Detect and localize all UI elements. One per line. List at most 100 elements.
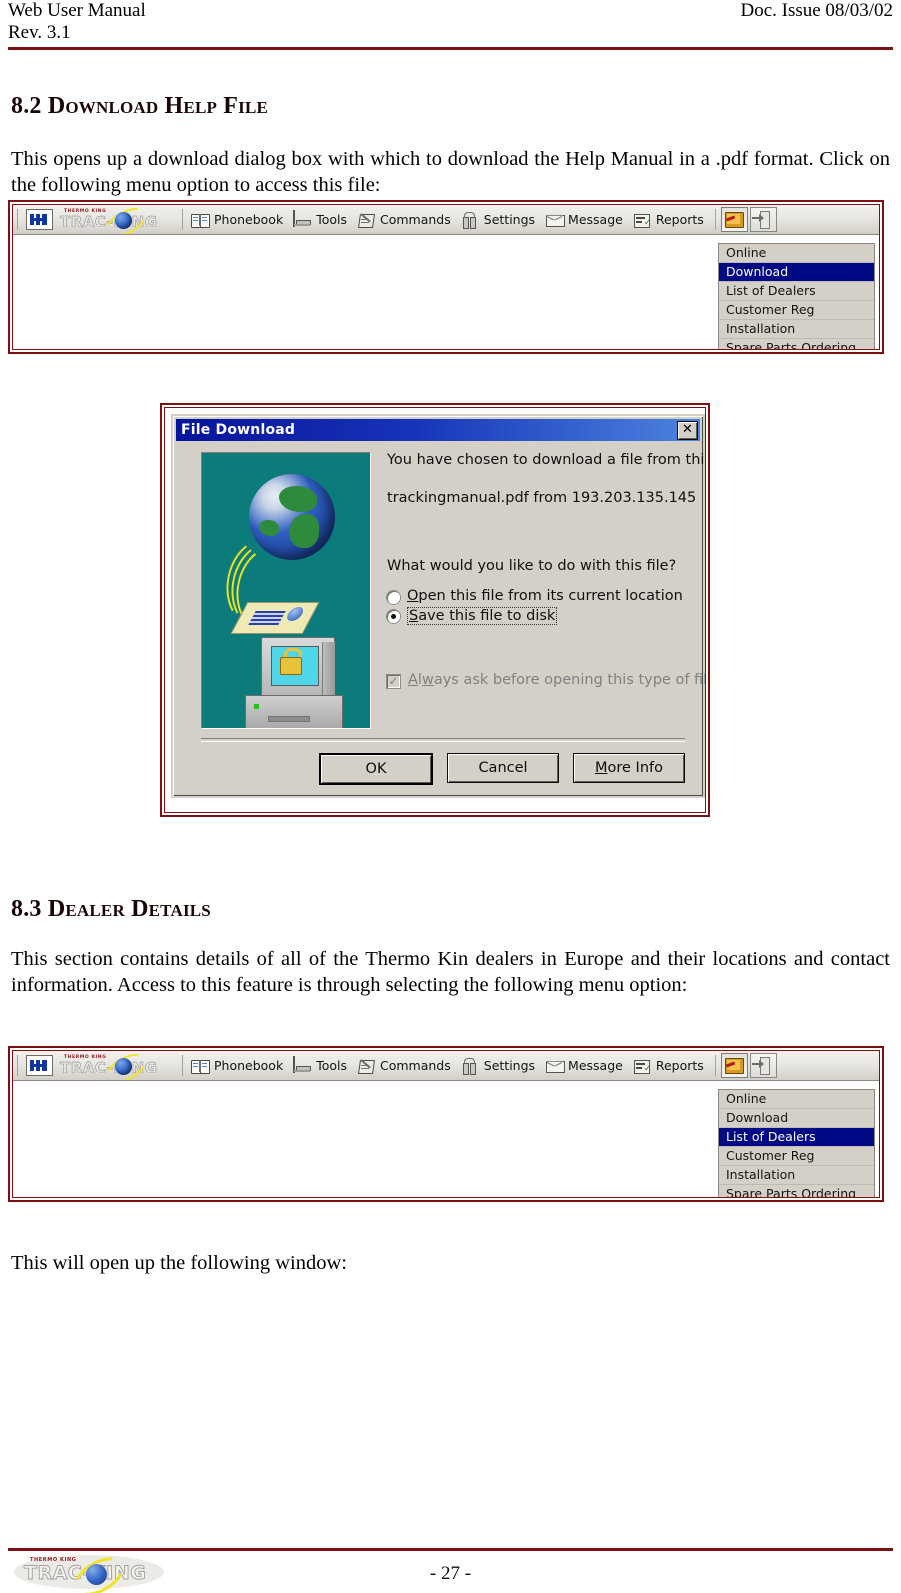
- help-dropdown-menu-2[interactable]: Online Download List of Dealers Customer…: [718, 1089, 875, 1197]
- toolbar-separator: [17, 209, 18, 230]
- toolbar-label: Reports: [655, 1058, 704, 1073]
- exit-button[interactable]: [749, 207, 777, 232]
- toolbar-item-settings[interactable]: Settings: [458, 1057, 542, 1075]
- radio-save-to-disk[interactable]: Save this file to disk: [387, 607, 685, 625]
- checkbox-always-ask[interactable]: ✓ Always ask before opening this type of…: [387, 672, 705, 688]
- header-doc-issue: Doc. Issue 08/03/02: [740, 0, 893, 21]
- help-dropdown-menu-1[interactable]: Online Download List of Dealers Customer…: [718, 243, 875, 349]
- toolbar-label: Message: [568, 1058, 623, 1073]
- radio-icon-selected[interactable]: [387, 610, 400, 623]
- menu-item-download[interactable]: Download: [719, 263, 874, 282]
- toolbar-separator: [182, 1055, 183, 1076]
- toolbar-item-settings[interactable]: Settings: [458, 211, 542, 229]
- menu-item-spare-parts-ordering[interactable]: Spare Parts Ordering: [719, 1185, 874, 1197]
- dialog-title-bar: File Download ✕: [176, 419, 700, 441]
- header-divider-rule: [8, 47, 893, 50]
- radio-save-label: Save this file to disk: [407, 607, 558, 625]
- toolbar-item-reports[interactable]: ✓ Reports: [630, 1057, 711, 1074]
- cancel-button[interactable]: Cancel: [447, 753, 559, 783]
- tools-icon: [293, 1056, 312, 1074]
- toolbar-item-tools[interactable]: Tools: [290, 1056, 354, 1074]
- menu-item-customer-reg[interactable]: Customer Reg: [719, 1147, 874, 1166]
- help-book-button[interactable]: [720, 207, 748, 232]
- globe-icon: [115, 1057, 132, 1075]
- tk-logo-icon: [26, 209, 53, 230]
- header-revision: Rev. 3.1: [8, 22, 71, 43]
- toolbar-label: Commands: [380, 1058, 451, 1073]
- header-left-block: Web User Manual Rev. 3.1: [8, 0, 146, 44]
- section-heading-8-2: 8.2 Download Help File: [11, 93, 268, 120]
- closing-paragraph: This will open up the following window:: [11, 1252, 347, 1274]
- menu-item-online[interactable]: Online: [719, 1090, 874, 1109]
- checkbox-always-ask-label: Always ask before opening this type of f…: [408, 672, 706, 688]
- computer-base-icon: [245, 695, 343, 728]
- menu-item-list-of-dealers[interactable]: List of Dealers: [719, 282, 874, 301]
- figure-download-menu-inner: THERMO KING TRAC-KING Phonebook Tools Co…: [12, 204, 880, 350]
- dialog-body: You have chosen to download a file from …: [387, 452, 705, 688]
- footer-divider-rule: [8, 1548, 893, 1551]
- toolbar-item-tools[interactable]: Tools: [290, 210, 354, 228]
- section-title-8-2: Download Help File: [47, 93, 269, 119]
- dialog-title: File Download: [181, 422, 296, 438]
- toolbar-item-message[interactable]: Message: [542, 1057, 630, 1074]
- menu-item-online[interactable]: Online: [719, 244, 874, 263]
- figure-file-download-dialog: File Download ✕ You have chosen to downl…: [160, 403, 710, 817]
- toolbar-label: Settings: [483, 212, 536, 227]
- document-card-icon: [230, 602, 320, 634]
- app-logo-1: THERMO KING TRAC-KING: [23, 205, 178, 234]
- section-title-8-3: Dealer Details: [47, 896, 211, 922]
- figure-download-menu: THERMO KING TRAC-KING Phonebook Tools Co…: [8, 200, 884, 354]
- toolbar-item-commands[interactable]: Commands: [354, 211, 458, 228]
- close-icon[interactable]: ✕: [677, 420, 698, 440]
- menu-item-spare-parts-ordering[interactable]: Spare Parts Ordering: [719, 339, 874, 349]
- toolbar-separator: [17, 1055, 18, 1076]
- checkbox-icon-checked[interactable]: ✓: [387, 675, 400, 688]
- menu-item-installation[interactable]: Installation: [719, 1166, 874, 1185]
- toolbar-item-message[interactable]: Message: [542, 211, 630, 228]
- toolbar-label: Tools: [316, 1058, 347, 1073]
- radio-open-from-location[interactable]: Open this file from its current location: [387, 588, 685, 604]
- toolbar-item-phonebook[interactable]: Phonebook: [188, 211, 290, 228]
- section-paragraph-8-2: This opens up a download dialog box with…: [11, 148, 890, 196]
- settings-icon: [461, 1057, 480, 1075]
- toolbar-label: Message: [568, 212, 623, 227]
- toolbar-separator: [714, 1055, 716, 1076]
- header-manual-title: Web User Manual: [8, 0, 146, 21]
- more-info-button[interactable]: More Info: [573, 753, 685, 783]
- monitor-icon: [261, 637, 335, 701]
- menu-item-download[interactable]: Download: [719, 1109, 874, 1128]
- figure-file-download-inner: File Download ✕ You have chosen to downl…: [164, 407, 706, 813]
- toolbar-item-reports[interactable]: ✓ Reports: [630, 211, 711, 228]
- help-book-button[interactable]: [720, 1053, 748, 1078]
- tools-icon: [293, 210, 312, 228]
- exit-button[interactable]: [749, 1053, 777, 1078]
- toolbar-separator: [714, 209, 716, 230]
- commands-icon: [357, 211, 376, 228]
- menu-item-list-of-dealers[interactable]: List of Dealers: [719, 1128, 874, 1147]
- report-icon: ✓: [633, 211, 652, 228]
- toolbar-label: Tools: [316, 212, 347, 227]
- radio-icon-unselected[interactable]: [387, 591, 400, 604]
- toolbar-item-commands[interactable]: Commands: [354, 1057, 458, 1074]
- section-number-8-3: 8.3: [11, 896, 42, 922]
- toolbar-label: Phonebook: [214, 212, 284, 227]
- toolbar-item-phonebook[interactable]: Phonebook: [188, 1057, 290, 1074]
- radio-open-label: Open this file from its current location: [407, 588, 683, 604]
- commands-icon: [357, 1057, 376, 1074]
- book-icon: [191, 211, 210, 228]
- book-icon: [191, 1057, 210, 1074]
- dialog-question: What would you like to do with this file…: [387, 558, 677, 574]
- tk-logo-icon: [26, 1055, 53, 1076]
- dialog-divider: [201, 738, 685, 742]
- globe-icon: [115, 211, 132, 229]
- menu-item-customer-reg[interactable]: Customer Reg: [719, 301, 874, 320]
- menu-item-installation[interactable]: Installation: [719, 320, 874, 339]
- document-page: Web User Manual Rev. 3.1 Doc. Issue 08/0…: [0, 0, 901, 1593]
- section-paragraph-8-3: This section contains details of all of …: [11, 948, 890, 996]
- toolbar-label: Commands: [380, 212, 451, 227]
- report-icon: ✓: [633, 1057, 652, 1074]
- app-screenshot-1: THERMO KING TRAC-KING Phonebook Tools Co…: [13, 205, 879, 349]
- app-toolbar-1: THERMO KING TRAC-KING Phonebook Tools Co…: [13, 205, 879, 235]
- ok-button[interactable]: OK: [319, 753, 433, 785]
- page-number: - 27 -: [429, 1563, 472, 1584]
